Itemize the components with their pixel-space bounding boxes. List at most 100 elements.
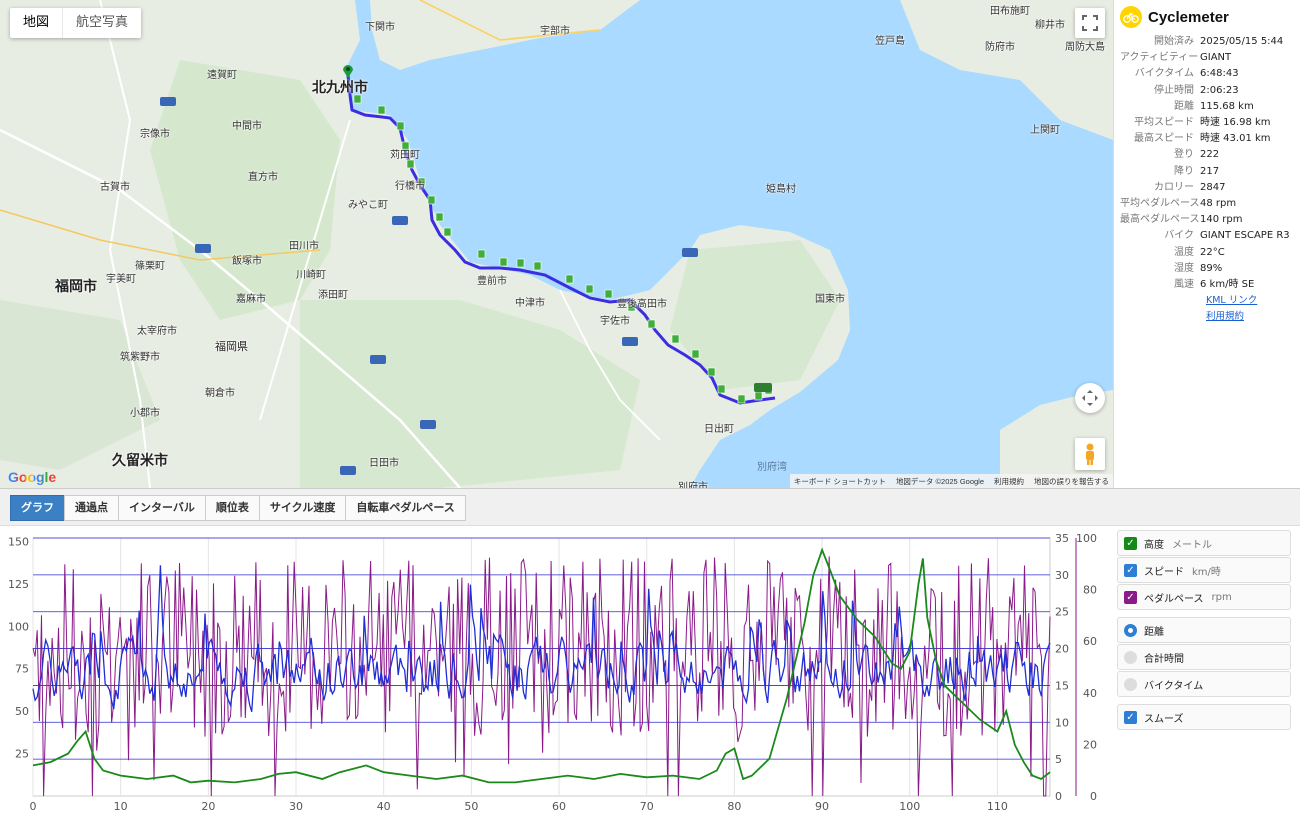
map-label-fukuoka-pref: 福岡県 [215, 340, 248, 353]
left-tick-label: 150 [8, 535, 29, 548]
map-label-chikushino: 筑紫野市 [120, 352, 160, 363]
cadence-tick-label: 40 [1083, 687, 1097, 700]
map-label-nakama: 中間市 [232, 121, 262, 132]
stat-value: GIANT [1200, 52, 1232, 64]
stat-key: 降り [1174, 165, 1194, 177]
series-label: スピード [1144, 566, 1184, 578]
stat-row: 最高ペダルペース 140 rpm [1120, 212, 1294, 228]
cadence-tick-label: 80 [1083, 584, 1097, 597]
series-toggle-cadence[interactable]: ✓ ペダルペース rpm [1117, 584, 1291, 610]
info-links: KML リンク 利用規約 [1206, 293, 1294, 325]
cadence-tick-label: 60 [1083, 635, 1097, 648]
pegman-icon [1086, 443, 1094, 465]
map-label-miyako: みやこ町 [348, 200, 388, 211]
stat-row: 最高スピード 時速 43.01 km [1120, 131, 1294, 147]
stat-key: カロリー [1154, 181, 1194, 193]
speed-tick-label: 25 [1055, 606, 1069, 619]
checkbox-icon[interactable]: ✓ [1124, 710, 1137, 724]
report-error-link[interactable]: 地図の誤りを報告する [1034, 476, 1109, 487]
kml-link[interactable]: KML リンク [1206, 293, 1294, 309]
map-label-kaminoseki: 上関町 [1030, 125, 1060, 136]
map-type-map-button[interactable]: 地図 [10, 8, 62, 38]
axis-option-total-time[interactable]: 合計時間 [1117, 644, 1291, 670]
brand-name: Cyclemeter [1148, 8, 1229, 26]
stat-value: 22°C [1200, 246, 1225, 258]
series-toggle-speed[interactable]: ✓ スピード km/時 [1117, 557, 1291, 583]
tab-pedal-cadence[interactable]: 自転車ペダルペース [345, 495, 466, 521]
left-tick-label: 100 [8, 620, 29, 633]
map-label-himeshima: 姫島村 [766, 184, 796, 195]
tab-cycle-speed[interactable]: サイクル速度 [258, 495, 347, 521]
left-tick-label: 125 [8, 578, 29, 591]
x-tick-label: 60 [552, 800, 566, 813]
series-unit: km/時 [1192, 566, 1221, 578]
street-view-pegman-button[interactable] [1075, 438, 1105, 470]
map-label-hiji: 日出町 [704, 424, 734, 435]
series-unit: メートル [1172, 539, 1212, 551]
terms-link[interactable]: 利用規約 [1206, 309, 1294, 325]
tab-intervals[interactable]: インターバル [118, 495, 206, 521]
stat-row: 平均スピード 時速 16.98 km [1120, 115, 1294, 131]
map-label-suo: 周防大島 [1065, 42, 1105, 53]
map-label-nogata: 直方市 [248, 172, 278, 183]
map-type-satellite-button[interactable]: 航空写真 [62, 8, 141, 38]
axis-option-distance[interactable]: 距離 [1117, 617, 1291, 643]
map-label-dazaifu: 太宰府市 [137, 326, 177, 337]
stat-row: アクティビティー GIANT [1120, 50, 1294, 66]
axis-option-label: 距離 [1144, 626, 1164, 638]
x-tick-label: 90 [815, 800, 829, 813]
move-arrows-icon [1082, 390, 1098, 406]
tab-graph[interactable]: グラフ [10, 495, 65, 521]
map-terms-link[interactable]: 利用規約 [994, 476, 1024, 487]
stat-value: 2847 [1200, 181, 1226, 193]
map-label-ube: 宇部市 [540, 26, 570, 37]
x-tick-label: 50 [464, 800, 478, 813]
series-label: 高度 [1144, 539, 1164, 551]
axis-option-bike-time[interactable]: バイクタイム [1117, 671, 1291, 697]
map-label-shimonoseki: 下関市 [365, 22, 395, 33]
map-label-fukuoka: 福岡市 [55, 279, 97, 295]
stat-value: 6:48:43 [1200, 68, 1239, 80]
tab-leaderboard[interactable]: 順位表 [204, 495, 260, 521]
speed-tick-label: 0 [1055, 790, 1062, 803]
map-canvas[interactable] [0, 0, 1113, 488]
series-toggle-altitude[interactable]: ✓ 高度 メートル [1117, 530, 1291, 556]
checkbox-icon[interactable]: ✓ [1124, 563, 1137, 577]
smooth-toggle[interactable]: ✓ スムーズ [1117, 704, 1291, 730]
map-label-beppu: 別府市 [678, 482, 708, 488]
speed-tick-label: 5 [1055, 753, 1062, 766]
stat-row: 平均ペダルペース 48 rpm [1120, 196, 1294, 212]
map-label-kitakyushu: 北九州市 [312, 80, 368, 96]
route-map[interactable]: 北九州市 下関市 福岡市 久留米市 中津市 豊前市 宇佐市 豊後高田市 国東市 … [0, 0, 1113, 488]
left-tick-label: 50 [15, 705, 29, 718]
series-unit: rpm [1211, 591, 1232, 603]
google-logo: Google [8, 469, 57, 485]
ride-graph[interactable]: 0 10 20 30 40 50 60 70 80 90 100 110255075100125150… [0, 526, 1110, 815]
radio-icon[interactable] [1124, 677, 1137, 691]
map-label-kanda: 苅田町 [390, 150, 420, 161]
fullscreen-button[interactable] [1075, 8, 1105, 38]
map-label-kurume: 久留米市 [112, 453, 168, 469]
map-label-soeda: 添田町 [318, 290, 348, 301]
graph-options: ✓ 高度 メートル ✓ スピード km/時 ✓ ペダルペース rpm 距離 合計… [1117, 530, 1291, 731]
stat-value: 217 [1200, 165, 1220, 177]
x-tick-label: 10 [114, 800, 128, 813]
map-label-kasado: 笠戸島 [875, 36, 905, 47]
stat-key: バイク [1164, 230, 1194, 242]
stat-row: バイクタイム 6:48:43 [1120, 66, 1294, 82]
map-type-control[interactable]: 地図 航空写真 [10, 8, 142, 38]
tab-waypoints[interactable]: 通過点 [64, 495, 119, 521]
checkbox-icon[interactable]: ✓ [1124, 536, 1137, 550]
stat-key: 風速 [1174, 279, 1194, 291]
checkbox-icon[interactable]: ✓ [1124, 590, 1137, 604]
stat-value: 時速 16.98 km [1200, 117, 1271, 129]
camera-control-button[interactable] [1075, 383, 1105, 413]
map-label-kunisaki: 国東市 [815, 294, 845, 305]
stat-key: 温度 [1174, 246, 1194, 258]
map-label-usa: 宇佐市 [600, 316, 630, 327]
radio-icon[interactable] [1124, 623, 1137, 637]
stat-row: 距離 115.68 km [1120, 99, 1294, 115]
map-label-munakata: 宗像市 [140, 129, 170, 140]
radio-icon[interactable] [1124, 650, 1137, 664]
keyboard-shortcuts-link[interactable]: キーボード ショートカット [794, 476, 886, 487]
